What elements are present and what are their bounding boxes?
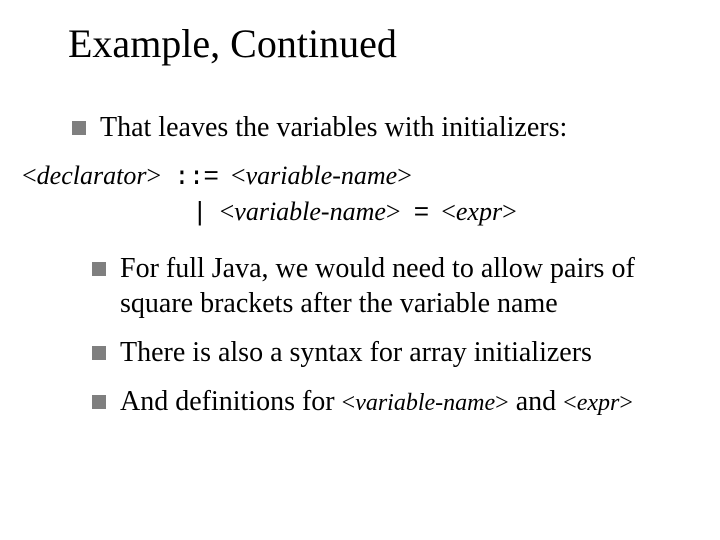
angle-close: >	[495, 390, 509, 416]
bullet-text: There is also a syntax for array initial…	[120, 335, 592, 370]
angle-close: >	[386, 197, 401, 226]
angle-open: <	[231, 161, 246, 190]
op-equals: =	[414, 198, 429, 228]
angle-open: <	[220, 197, 235, 226]
angle-open: <	[22, 161, 37, 190]
inline-nt-expr: expr	[577, 390, 620, 416]
bullet-item: For full Java, we would need to allow pa…	[92, 251, 680, 321]
grammar-block: <declarator> ::= <variable-name> | <vari…	[22, 159, 680, 231]
angle-close: >	[146, 161, 161, 190]
bullet-text: That leaves the variables with initializ…	[100, 110, 567, 145]
inline-nt-variable-name: variable-name	[355, 390, 495, 416]
slide: Example, Continued That leaves the varia…	[0, 0, 720, 540]
nt-variable-name: variable-name	[234, 197, 386, 226]
nt-declarator: declarator	[37, 161, 147, 190]
angle-open: <	[563, 390, 577, 416]
nt-expr: expr	[456, 197, 502, 226]
bullet-icon	[72, 121, 86, 135]
angle-open: <	[342, 390, 356, 416]
angle-open: <	[441, 197, 456, 226]
angle-close: >	[502, 197, 517, 226]
op-alt: |	[192, 198, 207, 228]
grammar-line-1: <declarator> ::= <variable-name>	[22, 159, 680, 195]
bullet-text: And definitions for <variable-name> and …	[120, 384, 633, 419]
bullet-icon	[92, 346, 106, 360]
bullet-text-pre: And definitions for	[120, 386, 342, 417]
bullet-text-mid: and	[509, 386, 563, 417]
angle-close: >	[397, 161, 412, 190]
grammar-line-2: | <variable-name> = <expr>	[192, 195, 680, 231]
bullet-item: And definitions for <variable-name> and …	[92, 384, 680, 419]
op-defines: ::=	[174, 162, 218, 192]
angle-close: >	[619, 390, 633, 416]
bullet-item: That leaves the variables with initializ…	[72, 110, 680, 145]
slide-title: Example, Continued	[68, 20, 397, 67]
nt-variable-name: variable-name	[246, 161, 398, 190]
bullet-item: There is also a syntax for array initial…	[92, 335, 680, 370]
bullet-icon	[92, 395, 106, 409]
bullet-icon	[92, 262, 106, 276]
slide-body: That leaves the variables with initializ…	[72, 110, 680, 433]
bullet-text: For full Java, we would need to allow pa…	[120, 251, 680, 321]
